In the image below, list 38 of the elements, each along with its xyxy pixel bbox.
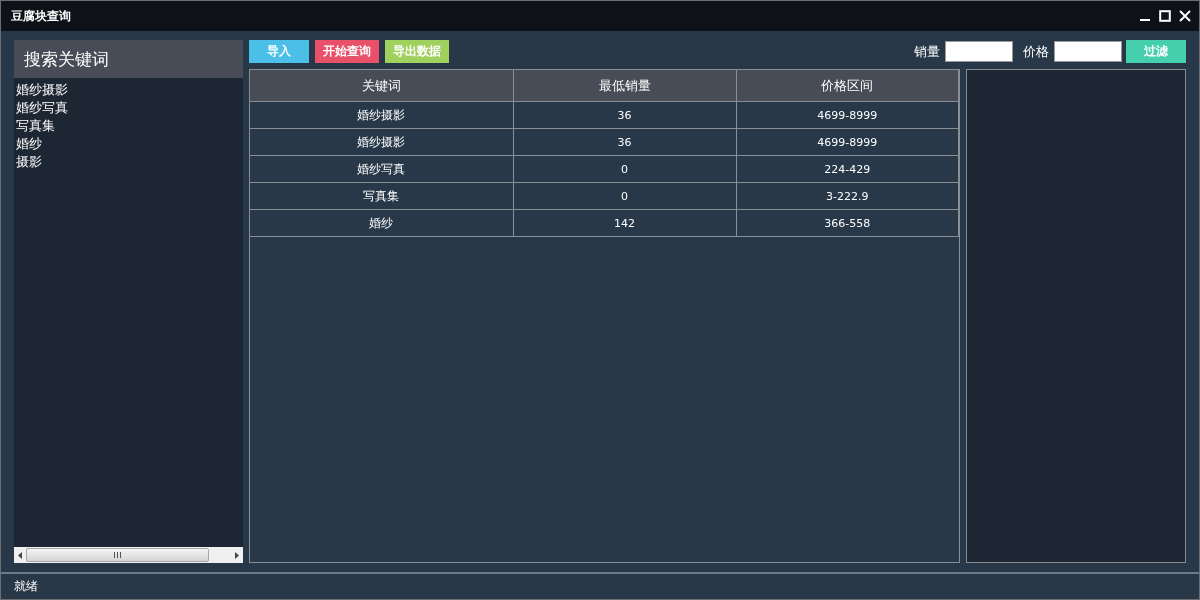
- scroll-right-icon[interactable]: [235, 551, 239, 559]
- keyword-item[interactable]: 婚纱写真: [16, 99, 68, 117]
- input-field[interactable]: [1054, 41, 1122, 62]
- horizontal-scrollbar[interactable]: [14, 547, 243, 563]
- table-cell: 36: [513, 101, 736, 129]
- panel-header: 搜索关键词: [14, 40, 243, 78]
- status-text: 就绪: [14, 578, 38, 595]
- table-cell: 4699-8999: [736, 128, 959, 156]
- column-header[interactable]: 关键词: [250, 70, 513, 102]
- window-title: 豆腐块查询: [11, 7, 72, 25]
- scrollbar-thumb[interactable]: [26, 548, 209, 562]
- column-header[interactable]: 最低销量: [513, 70, 736, 102]
- table-cell: 36: [513, 128, 736, 156]
- keyword-item[interactable]: 婚纱摄影: [16, 81, 68, 99]
- scroll-left-icon[interactable]: [18, 551, 22, 559]
- keyword-item[interactable]: 婚纱: [16, 135, 42, 153]
- table-cell: 婚纱摄影: [250, 101, 513, 129]
- close-icon[interactable]: [1179, 10, 1191, 22]
- input-field[interactable]: [945, 41, 1013, 62]
- maximize-icon[interactable]: [1159, 10, 1171, 22]
- table-cell: 366-558: [736, 209, 959, 237]
- filter-label: 价格: [1023, 42, 1049, 61]
- table-cell: 142: [513, 209, 736, 237]
- keyword-item[interactable]: 摄影: [16, 153, 42, 171]
- table-cell: 224-429: [736, 155, 959, 183]
- table-cell: 婚纱: [250, 209, 513, 237]
- table-cell: 4699-8999: [736, 101, 959, 129]
- table-cell: 0: [513, 155, 736, 183]
- table-cell: 3-222.9: [736, 182, 959, 210]
- table-cell: 婚纱写真: [250, 155, 513, 183]
- keyword-item[interactable]: 写真集: [16, 117, 55, 135]
- grip-icon: [114, 552, 121, 558]
- table-cell: 写真集: [250, 182, 513, 210]
- table-cell: 0: [513, 182, 736, 210]
- column-header[interactable]: 价格区间: [736, 70, 959, 102]
- filter-label: 销量: [914, 42, 940, 61]
- table-cell: 婚纱摄影: [250, 128, 513, 156]
- toolbar-button[interactable]: 开始查询: [315, 40, 379, 63]
